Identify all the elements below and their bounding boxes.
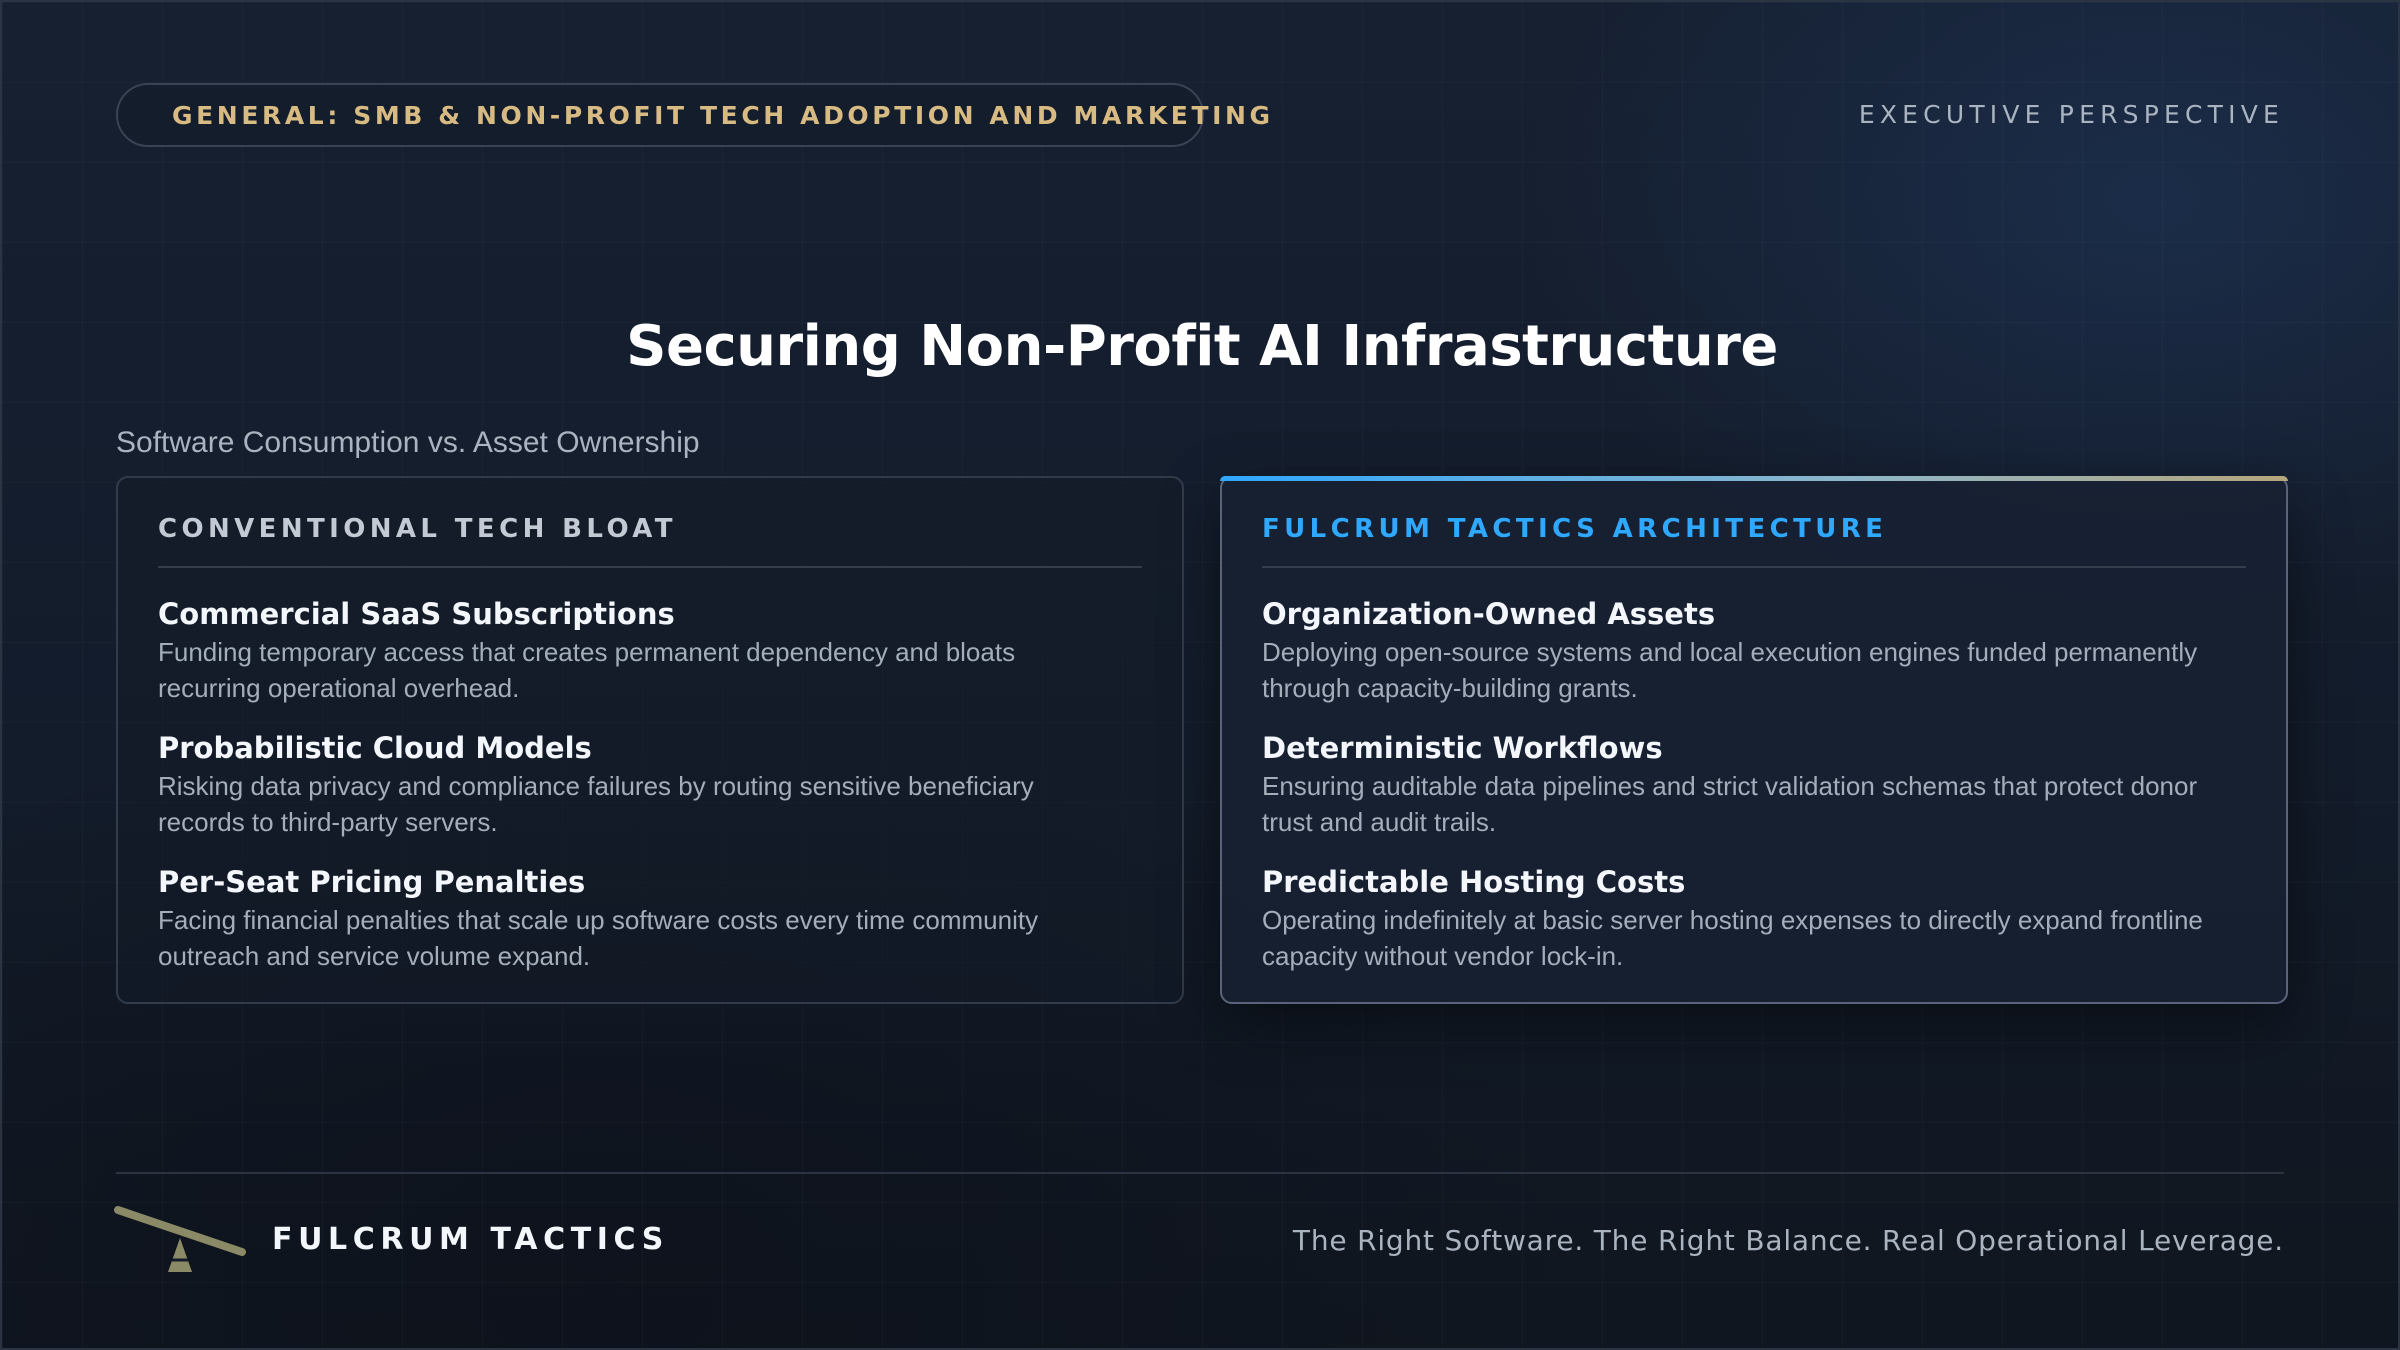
brand-name: FULCRUM TACTICS	[272, 1222, 669, 1257]
category-label: GENERAL: SMB & NON-PROFIT TECH ADOPTION …	[172, 100, 1274, 130]
item-description: Funding temporary access that creates pe…	[158, 637, 1016, 703]
perspective-label: EXECUTIVE PERSPECTIVE	[1858, 100, 2284, 129]
item-title: Probabilistic Cloud Models	[158, 731, 592, 765]
card-accent-bar	[1220, 476, 2288, 481]
slide: GENERAL: SMB & NON-PROFIT TECH ADOPTION …	[0, 0, 2400, 1350]
list-item: Predictable Hosting Costs Operating inde…	[1262, 862, 2246, 974]
category-pill: GENERAL: SMB & NON-PROFIT TECH ADOPTION …	[116, 83, 1270, 147]
fulcrum-card: FULCRUM TACTICS ARCHITECTURE Organizatio…	[1220, 476, 2288, 1004]
fulcrum-seesaw-icon	[114, 1206, 246, 1272]
list-item: Commercial SaaS Subscriptions Funding te…	[158, 594, 1142, 706]
item-description: Operating indefinitely at basic server h…	[1262, 905, 2203, 971]
page-subtitle: Software Consumption vs. Asset Ownership	[116, 426, 700, 459]
card-heading: CONVENTIONAL TECH BLOAT	[158, 514, 1142, 568]
item-title: Organization-Owned Assets	[1262, 597, 1716, 631]
item-description: Ensuring auditable data pipelines and st…	[1262, 771, 2198, 837]
conventional-card: CONVENTIONAL TECH BLOAT Commercial SaaS …	[116, 476, 1184, 1004]
item-description: Facing financial penalties that scale up…	[158, 905, 1039, 971]
card-items: Organization-Owned Assets Deploying open…	[1262, 594, 2246, 974]
page-title: Securing Non-Profit AI Infrastructure	[626, 314, 1778, 379]
item-description: Risking data privacy and compliance fail…	[158, 771, 1034, 837]
footer-divider	[116, 1172, 2284, 1174]
item-title: Predictable Hosting Costs	[1262, 865, 1686, 899]
item-title: Deterministic Workflows	[1262, 731, 1663, 765]
item-description: Deploying open-source systems and local …	[1262, 637, 2198, 703]
card-items: Commercial SaaS Subscriptions Funding te…	[158, 594, 1142, 974]
list-item: Probabilistic Cloud Models Risking data …	[158, 728, 1142, 840]
list-item: Organization-Owned Assets Deploying open…	[1262, 594, 2246, 706]
card-heading: FULCRUM TACTICS ARCHITECTURE	[1262, 514, 2246, 568]
item-title: Per-Seat Pricing Penalties	[158, 865, 586, 899]
list-item: Per-Seat Pricing Penalties Facing financ…	[158, 862, 1142, 974]
list-item: Deterministic Workflows Ensuring auditab…	[1262, 728, 2246, 840]
item-title: Commercial SaaS Subscriptions	[158, 597, 675, 631]
brand-tagline: The Right Software. The Right Balance. R…	[1292, 1224, 2284, 1257]
